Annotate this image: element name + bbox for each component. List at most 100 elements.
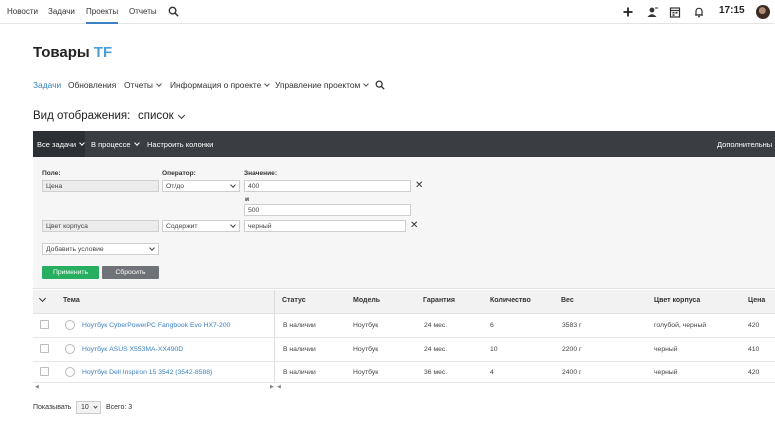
col-header-warranty[interactable]: Гарантия — [423, 297, 455, 304]
nav-item-reports[interactable]: Отчеты — [129, 7, 157, 16]
page-title: Товары TF — [33, 44, 112, 61]
project-tag: TF — [93, 44, 113, 61]
all-tasks-label: Все задачи — [37, 140, 77, 149]
chevron-down-icon — [230, 222, 236, 228]
apply-button[interactable]: Применить — [42, 266, 99, 279]
add-condition-select[interactable]: Добавить условие — [42, 243, 159, 255]
scroll-left-icon[interactable]: ◀ — [35, 384, 39, 390]
col-header-price[interactable]: Цена — [748, 297, 765, 304]
chevron-down-icon — [363, 81, 370, 87]
operator-label: Оператор: — [162, 170, 196, 177]
chevron-down-icon — [79, 140, 85, 146]
calendar-icon[interactable] — [669, 6, 681, 18]
task-link[interactable]: Ноутбук ASUS X553MA-XX490D — [82, 346, 183, 353]
cell-status: В наличии — [283, 346, 316, 353]
in-progress-label: В процессе — [91, 140, 131, 149]
scroll-left-icon[interactable]: ◀ — [277, 384, 281, 390]
filter-value-color[interactable]: черный — [244, 220, 406, 232]
cell-price: 420 — [748, 322, 760, 329]
cell-color: голубой, черный — [654, 322, 707, 329]
filter-operator-range[interactable]: От/до — [162, 180, 240, 192]
col-header-status[interactable]: Статус — [282, 297, 306, 304]
proj-tab-reports[interactable]: Отчеты — [124, 80, 162, 90]
nav-item-tasks[interactable]: Задачи — [48, 7, 75, 16]
proj-tab-manage-label: Управление проектом — [275, 80, 361, 90]
col-header-quantity[interactable]: Количество — [490, 297, 531, 304]
filter-value-from[interactable]: 400 — [244, 180, 411, 192]
value-label: Значение: — [244, 170, 278, 177]
avatar[interactable] — [756, 5, 770, 19]
bell-icon[interactable] — [693, 6, 705, 18]
additional-button[interactable]: Дополнительны — [717, 131, 772, 157]
page-size-label: Показывать — [33, 404, 72, 411]
search-icon[interactable] — [168, 6, 179, 17]
chevron-down-icon[interactable] — [177, 111, 186, 120]
row-divider — [33, 337, 775, 338]
filter-field-price[interactable]: Цена — [42, 180, 159, 192]
page-size-select[interactable]: 10 — [76, 401, 101, 414]
proj-tab-tasks[interactable]: Задачи — [33, 80, 61, 90]
total-count: Всего: 3 — [106, 404, 133, 411]
row-checkbox[interactable] — [40, 344, 49, 353]
scroll-right-icon[interactable]: ▶ — [270, 384, 274, 390]
proj-tab-reports-label: Отчеты — [124, 80, 153, 90]
cell-color: черный — [654, 346, 678, 353]
remove-condition-icon[interactable]: ✕ — [415, 181, 423, 191]
and-label: и — [245, 196, 250, 203]
field-label: Поле: — [42, 170, 61, 177]
row-divider — [33, 382, 775, 383]
chevron-down-icon — [156, 81, 162, 87]
all-tasks-dropdown[interactable]: Все задачи — [33, 131, 85, 157]
tasks-toolbar: Все задачи В процессе Настроить колонки … — [33, 131, 775, 157]
task-link[interactable]: Ноутбук Dell Inspiron 15 3542 (3542-8588… — [82, 369, 212, 376]
chevron-down-icon — [93, 404, 98, 409]
cell-status: В наличии — [283, 322, 316, 329]
add-condition-label: Добавить условие — [46, 246, 104, 253]
view-mode-select[interactable]: список — [138, 110, 174, 122]
filter-operator-contains-value: Содержит — [166, 223, 198, 230]
status-circle-icon[interactable] — [65, 367, 75, 377]
chevron-down-icon — [230, 182, 236, 188]
clock: 17:15 — [719, 5, 745, 16]
proj-tab-manage[interactable]: Управление проектом — [275, 80, 370, 90]
row-checkbox[interactable] — [40, 367, 49, 376]
proj-tab-info-label: Информация о проекте — [170, 80, 262, 90]
status-circle-icon[interactable] — [65, 344, 75, 354]
col-header-color[interactable]: Цвет корпуса — [654, 297, 700, 304]
nav-item-news[interactable]: Новости — [7, 7, 38, 16]
nav-item-projects[interactable]: Проекты — [86, 7, 119, 24]
filter-operator-contains[interactable]: Содержит — [162, 220, 240, 232]
horizontal-scrollbar[interactable]: ◀ ▶ ◀ — [33, 384, 775, 390]
task-link[interactable]: Ноутбук CyberPowerPC Fangbook Evo HX7-20… — [82, 322, 230, 329]
col-header-model[interactable]: Модель — [353, 297, 380, 304]
user-add-icon[interactable] — [646, 6, 658, 18]
top-bar: Новости Задачи Проекты Отчеты 17:15 — [0, 0, 775, 24]
cell-warranty: 24 мес. — [424, 322, 448, 329]
reset-button[interactable]: Сбросить — [102, 266, 159, 279]
cell-quantity: 4 — [490, 369, 494, 376]
in-progress-dropdown[interactable]: В процессе — [91, 131, 140, 157]
cell-color: черный — [654, 369, 678, 376]
project-name: Товары — [33, 44, 90, 61]
cell-price: 410 — [748, 346, 760, 353]
filter-field-color[interactable]: Цвет корпуса — [42, 220, 159, 232]
cell-warranty: 36 мес. — [424, 369, 448, 376]
plus-icon[interactable] — [622, 6, 634, 18]
cell-warranty: 24 мес. — [424, 346, 448, 353]
filter-value-to[interactable]: 500 — [244, 204, 411, 216]
view-mode-label: Вид отображения: — [33, 110, 131, 122]
proj-tab-updates[interactable]: Обновления — [68, 80, 116, 90]
configure-columns-button[interactable]: Настроить колонки — [147, 131, 213, 157]
cell-model: Ноутбук — [353, 369, 379, 376]
col-header-weight[interactable]: Вес — [561, 297, 574, 304]
proj-tab-info[interactable]: Информация о проекте — [170, 80, 271, 90]
column-divider[interactable] — [274, 290, 275, 382]
row-checkbox[interactable] — [40, 320, 49, 329]
row-divider — [33, 361, 775, 362]
status-circle-icon[interactable] — [65, 320, 75, 330]
search-icon[interactable] — [375, 80, 385, 90]
cell-status: В наличии — [283, 369, 316, 376]
remove-condition-icon[interactable]: ✕ — [410, 221, 418, 231]
page-size-value: 10 — [81, 404, 89, 411]
col-header-title[interactable]: Тема — [63, 297, 80, 304]
